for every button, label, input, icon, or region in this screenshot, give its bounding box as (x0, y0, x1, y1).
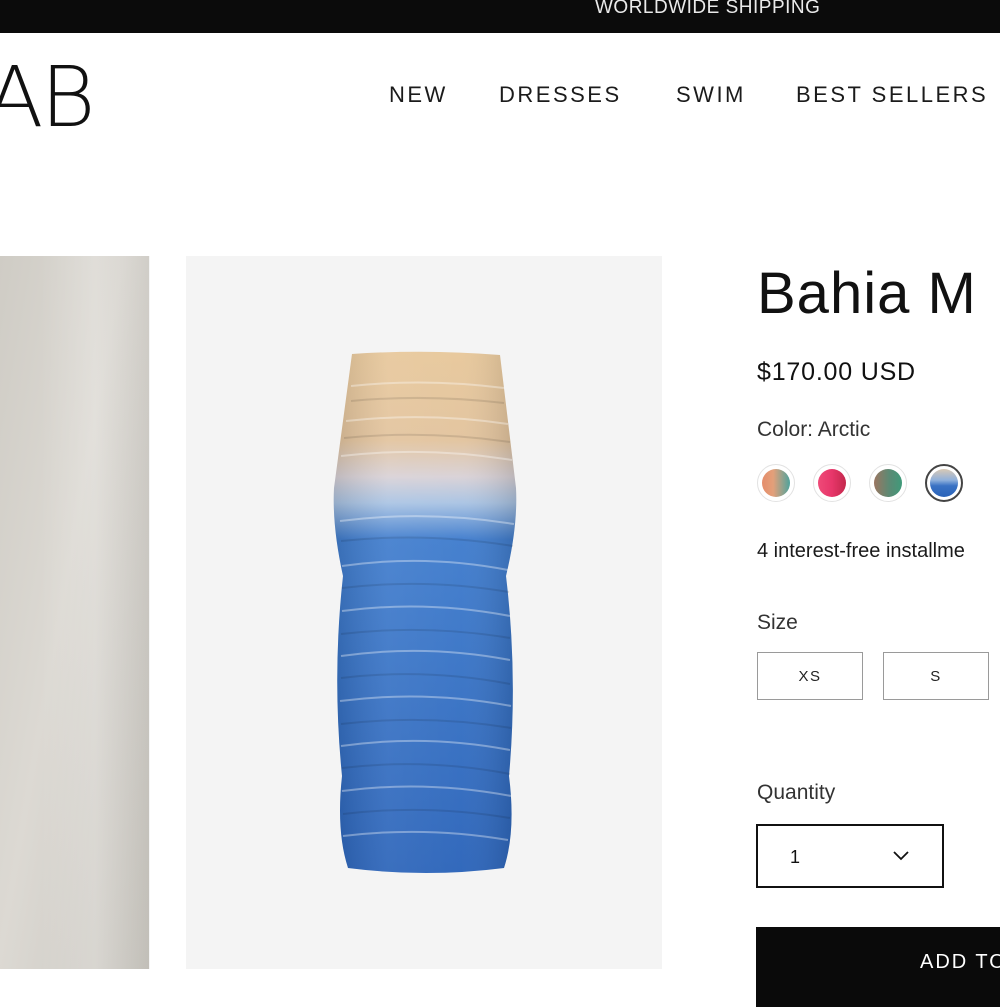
size-xs-button[interactable]: XS (757, 652, 863, 700)
skirt-illustration (333, 351, 517, 873)
swatch-arctic[interactable] (925, 464, 963, 502)
nav-swim[interactable]: SWIM (676, 82, 746, 108)
nav-dresses[interactable]: DRESSES (499, 82, 622, 108)
add-to-cart-button[interactable]: ADD TO (756, 927, 1000, 1007)
add-to-cart-label: ADD TO (920, 951, 1000, 973)
product-image-model[interactable] (0, 256, 150, 969)
quantity-value: 1 (790, 847, 801, 867)
size-label: Size (757, 611, 798, 634)
nav-new[interactable]: NEW (389, 82, 448, 108)
product-image-main[interactable] (186, 256, 662, 969)
swatch-coral-green[interactable] (757, 464, 795, 502)
product-price: $170.00 USD (757, 358, 916, 386)
brand-logo[interactable]: AB (0, 47, 95, 147)
color-label: Color: Arctic (757, 418, 871, 441)
announcement-text: WORLDWIDE SHIPPING (595, 0, 821, 18)
swatch-green-brown[interactable] (869, 464, 907, 502)
product-title: Bahia M (757, 261, 977, 326)
swatch-dot (818, 469, 846, 497)
quantity-label: Quantity (757, 781, 836, 804)
chevron-down-icon (892, 848, 910, 867)
size-s-button[interactable]: S (883, 652, 989, 700)
image-shade (40, 256, 150, 969)
swatch-dot (874, 469, 902, 497)
installments-text[interactable]: 4 interest-free installme (757, 540, 965, 563)
nav-best-sellers[interactable]: BEST SELLERS (796, 82, 988, 108)
swatch-dot (762, 469, 790, 497)
swatch-dot (930, 469, 958, 497)
swatch-pink-red[interactable] (813, 464, 851, 502)
announcement-bar: WORLDWIDE SHIPPING (0, 0, 1000, 33)
quantity-select[interactable]: 1 (756, 824, 944, 888)
